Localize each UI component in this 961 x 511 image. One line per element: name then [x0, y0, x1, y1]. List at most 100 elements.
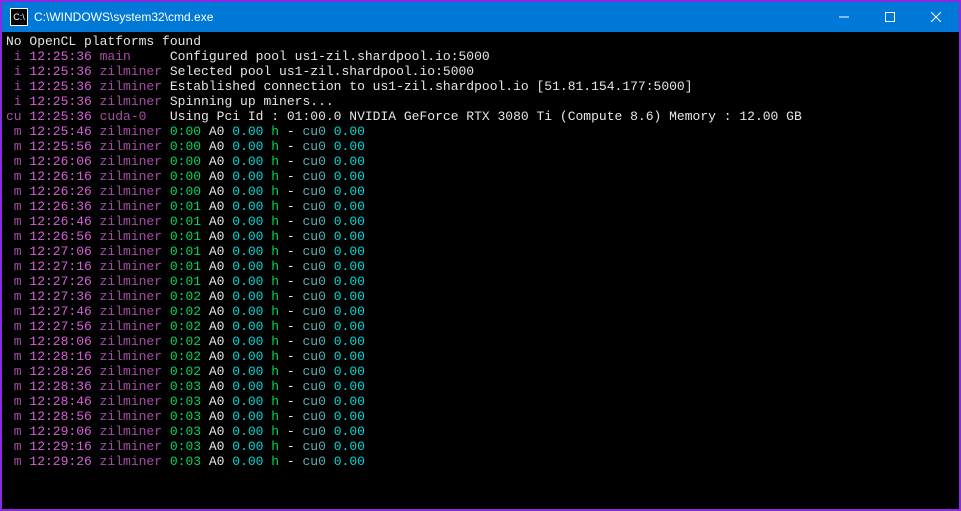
elapsed: 0:02	[170, 304, 209, 319]
accepted: A0	[209, 154, 232, 169]
cpu-id: cu0	[303, 409, 334, 424]
hashrate: 0.00	[232, 154, 271, 169]
log-line: m 12:28:16 zilminer 0:02 A0 0.00 h - cu0…	[6, 349, 955, 364]
sep: -	[287, 154, 303, 169]
log-tag: m	[6, 229, 29, 244]
elapsed: 0:02	[170, 319, 209, 334]
log-logger: zilminer	[100, 169, 170, 184]
elapsed: 0:00	[170, 184, 209, 199]
hash-unit: h	[271, 274, 287, 289]
log-time: 12:27:56	[29, 319, 99, 334]
log-tag: m	[6, 379, 29, 394]
hash-unit: h	[271, 439, 287, 454]
log-tag: m	[6, 319, 29, 334]
log-line: m 12:28:36 zilminer 0:03 A0 0.00 h - cu0…	[6, 379, 955, 394]
log-tag: m	[6, 244, 29, 259]
sep: -	[287, 334, 303, 349]
cpu-id: cu0	[303, 244, 334, 259]
log-time: 12:26:06	[29, 154, 99, 169]
sep: -	[287, 454, 303, 469]
cmd-window: C:\ C:\WINDOWS\system32\cmd.exe No OpenC…	[0, 0, 961, 511]
log-tag: m	[6, 289, 29, 304]
hashrate: 0.00	[232, 439, 271, 454]
log-logger: zilminer	[100, 244, 170, 259]
maximize-button[interactable]	[867, 2, 913, 32]
accepted: A0	[209, 244, 232, 259]
log-logger: zilminer	[100, 154, 170, 169]
cpu-hash: 0.00	[334, 214, 365, 229]
hash-unit: h	[271, 394, 287, 409]
hashrate: 0.00	[232, 289, 271, 304]
log-time: 12:29:16	[29, 439, 99, 454]
cpu-hash: 0.00	[334, 409, 365, 424]
log-tag: m	[6, 364, 29, 379]
log-time: 12:26:16	[29, 169, 99, 184]
log-tag: m	[6, 169, 29, 184]
log-tag: cu	[6, 109, 29, 124]
hash-unit: h	[271, 379, 287, 394]
cpu-id: cu0	[303, 334, 334, 349]
cpu-hash: 0.00	[334, 229, 365, 244]
cpu-id: cu0	[303, 424, 334, 439]
hashrate: 0.00	[232, 169, 271, 184]
log-time: 12:25:36	[29, 49, 99, 64]
cpu-hash: 0.00	[334, 364, 365, 379]
cpu-hash: 0.00	[334, 199, 365, 214]
log-time: 12:27:16	[29, 259, 99, 274]
accepted: A0	[209, 139, 232, 154]
log-line: i 12:25:36 zilminer Established connecti…	[6, 79, 955, 94]
minimize-button[interactable]	[821, 2, 867, 32]
terminal-output[interactable]: No OpenCL platforms found i 12:25:36 mai…	[2, 32, 959, 511]
hash-unit: h	[271, 409, 287, 424]
log-line: m 12:26:26 zilminer 0:00 A0 0.00 h - cu0…	[6, 184, 955, 199]
cpu-hash: 0.00	[334, 454, 365, 469]
cpu-hash: 0.00	[334, 139, 365, 154]
cpu-id: cu0	[303, 319, 334, 334]
hash-unit: h	[271, 334, 287, 349]
log-logger: zilminer	[100, 124, 170, 139]
log-logger: zilminer	[100, 424, 170, 439]
sep: -	[287, 229, 303, 244]
cpu-hash: 0.00	[334, 289, 365, 304]
log-logger: zilminer	[100, 454, 170, 469]
log-time: 12:28:46	[29, 394, 99, 409]
elapsed: 0:00	[170, 169, 209, 184]
hashrate: 0.00	[232, 454, 271, 469]
log-line: m 12:27:26 zilminer 0:01 A0 0.00 h - cu0…	[6, 274, 955, 289]
log-time: 12:26:36	[29, 199, 99, 214]
cpu-id: cu0	[303, 394, 334, 409]
sep: -	[287, 274, 303, 289]
sep: -	[287, 244, 303, 259]
log-time: 12:28:56	[29, 409, 99, 424]
log-tag: i	[6, 49, 29, 64]
hash-unit: h	[271, 184, 287, 199]
cpu-id: cu0	[303, 454, 334, 469]
accepted: A0	[209, 214, 232, 229]
log-line: i 12:25:36 zilminer Spinning up miners..…	[6, 94, 955, 109]
log-tag: m	[6, 454, 29, 469]
cpu-id: cu0	[303, 124, 334, 139]
cpu-id: cu0	[303, 349, 334, 364]
cpu-hash: 0.00	[334, 304, 365, 319]
close-button[interactable]	[913, 2, 959, 32]
cpu-hash: 0.00	[334, 274, 365, 289]
hash-unit: h	[271, 424, 287, 439]
hash-unit: h	[271, 124, 287, 139]
cmd-icon: C:\	[10, 8, 28, 26]
accepted: A0	[209, 379, 232, 394]
titlebar[interactable]: C:\ C:\WINDOWS\system32\cmd.exe	[2, 2, 959, 32]
log-logger: zilminer	[100, 439, 170, 454]
log-logger: zilminer	[100, 364, 170, 379]
log-tag: m	[6, 274, 29, 289]
sep: -	[287, 199, 303, 214]
cpu-id: cu0	[303, 364, 334, 379]
accepted: A0	[209, 199, 232, 214]
cpu-id: cu0	[303, 439, 334, 454]
log-line: m 12:28:46 zilminer 0:03 A0 0.00 h - cu0…	[6, 394, 955, 409]
hashrate: 0.00	[232, 409, 271, 424]
cpu-id: cu0	[303, 214, 334, 229]
elapsed: 0:02	[170, 364, 209, 379]
log-logger: zilminer	[100, 304, 170, 319]
sep: -	[287, 289, 303, 304]
sep: -	[287, 304, 303, 319]
